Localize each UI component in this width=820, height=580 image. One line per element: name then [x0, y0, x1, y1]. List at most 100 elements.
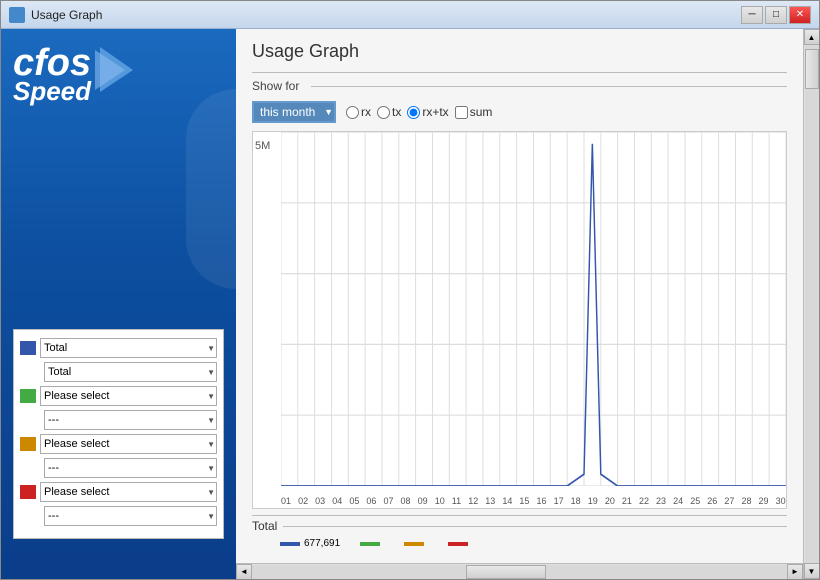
legend-sub-select-wrapper-3: --- ▼ [44, 458, 217, 478]
legend-panel: Total ▼ Total ▼ [13, 329, 224, 539]
legend-row-1: Total ▼ [20, 338, 217, 358]
legend-sub-select-3[interactable]: --- [44, 458, 217, 478]
x-label-05: 05 [349, 496, 359, 506]
radio-rxtx-input[interactable] [407, 106, 420, 119]
scroll-down-icon: ▼ [808, 567, 816, 576]
scroll-down-button[interactable]: ▼ [804, 563, 820, 579]
scroll-left-icon: ◄ [240, 567, 248, 576]
x-label-10: 10 [435, 496, 445, 506]
total-divider [283, 526, 787, 527]
scroll-right-button[interactable]: ► [787, 564, 803, 580]
x-label-22: 22 [639, 496, 649, 506]
h-scroll-thumb[interactable] [466, 565, 546, 579]
legend-select-wrapper-1: Total ▼ [40, 338, 217, 358]
page-title: Usage Graph [252, 41, 787, 62]
radio-rx-input[interactable] [346, 106, 359, 119]
total-row: Total [252, 515, 787, 536]
legend-row-3: Please select ▼ [20, 434, 217, 454]
show-for-label: Show for [252, 79, 299, 93]
radio-tx-input[interactable] [377, 106, 390, 119]
month-select[interactable]: this month last month this year last yea… [252, 101, 336, 123]
legend-row-4: Please select ▼ [20, 482, 217, 502]
legend-select-wrapper-3: Please select ▼ [40, 434, 217, 454]
chart-svg [281, 132, 786, 486]
legend-select-1[interactable]: Total [40, 338, 217, 358]
bottom-color-bar-3 [404, 542, 424, 546]
legend-sub-select-wrapper-4: --- ▼ [44, 506, 217, 526]
x-label-11: 11 [452, 496, 461, 506]
radio-rx-label[interactable]: rx [346, 105, 371, 119]
minimize-button[interactable]: ─ [741, 6, 763, 24]
window-controls: ─ □ ✕ [741, 6, 811, 24]
legend-color-1 [20, 341, 36, 355]
close-button[interactable]: ✕ [789, 6, 811, 24]
legend-sub-select-1[interactable]: Total [44, 362, 217, 382]
scroll-up-button[interactable]: ▲ [804, 29, 820, 45]
legend-sub-select-2[interactable]: --- [44, 410, 217, 430]
chart-area: 5M [252, 131, 787, 509]
h-scroll-track[interactable] [252, 565, 787, 579]
radio-group: rx tx rx+tx sum [346, 105, 492, 119]
scroll-left-button[interactable]: ◄ [236, 564, 252, 580]
logo-cfos-text: cfos Speed [13, 44, 91, 104]
x-label-15: 15 [519, 496, 529, 506]
x-label-12: 12 [468, 496, 478, 506]
month-select-wrapper: this month last month this year last yea… [252, 101, 336, 123]
x-label-03: 03 [315, 496, 325, 506]
radio-rxtx-label[interactable]: rx+tx [407, 105, 448, 119]
bottom-scrollbar: ◄ ► [236, 563, 803, 579]
x-label-08: 08 [401, 496, 411, 506]
controls-row: this month last month this year last yea… [252, 101, 787, 123]
panel-inner: Usage Graph Show for this month last mon… [236, 29, 803, 563]
x-label-14: 14 [502, 496, 512, 506]
bottom-legend: 677,691 [252, 536, 787, 551]
legend-select-4[interactable]: Please select [40, 482, 217, 502]
x-label-19: 19 [588, 496, 598, 506]
legend-color-4 [20, 485, 36, 499]
x-label-26: 26 [707, 496, 717, 506]
window-title: Usage Graph [31, 8, 741, 22]
x-label-29: 29 [759, 496, 769, 506]
legend-sub-select-4[interactable]: --- [44, 506, 217, 526]
sidebar: cfos Speed Total ▼ [1, 29, 236, 579]
x-label-01: 01 [281, 496, 291, 506]
chart-grid [281, 132, 786, 486]
x-label-24: 24 [673, 496, 683, 506]
radio-tx-label[interactable]: tx [377, 105, 401, 119]
maximize-button[interactable]: □ [765, 6, 787, 24]
total-label: Total [252, 519, 277, 533]
x-label-20: 20 [605, 496, 615, 506]
right-scrollbar: ▲ ▼ [803, 29, 819, 579]
legend-sub-select-wrapper-1: Total ▼ [44, 362, 217, 382]
scroll-up-icon: ▲ [808, 33, 816, 42]
bottom-legend-item-4 [448, 542, 472, 546]
sidebar-decoration [186, 89, 236, 289]
show-for-divider [311, 86, 787, 87]
x-label-21: 21 [622, 496, 632, 506]
scroll-thumb[interactable] [805, 49, 819, 89]
legend-subrow-4: --- ▼ [20, 506, 217, 526]
legend-subrow-2: --- ▼ [20, 410, 217, 430]
legend-color-3 [20, 437, 36, 451]
checkbox-sum-input[interactable] [455, 106, 468, 119]
x-label-09: 09 [418, 496, 428, 506]
checkbox-sum-text: sum [470, 105, 493, 119]
logo-area: cfos Speed [13, 44, 224, 104]
x-label-07: 07 [383, 496, 393, 506]
legend-select-2[interactable]: Please select [40, 386, 217, 406]
x-label-27: 27 [724, 496, 734, 506]
legend-select-3[interactable]: Please select [40, 434, 217, 454]
scroll-right-icon: ► [791, 567, 799, 576]
legend-sub-select-wrapper-2: --- ▼ [44, 410, 217, 430]
legend-row-2: Please select ▼ [20, 386, 217, 406]
bottom-color-bar-1 [280, 542, 300, 546]
radio-rx-text: rx [361, 105, 371, 119]
scroll-track[interactable] [805, 45, 819, 563]
checkbox-sum-label[interactable]: sum [455, 105, 493, 119]
bottom-legend-value-1: 677,691 [304, 538, 340, 549]
x-label-25: 25 [690, 496, 700, 506]
app-icon [9, 7, 25, 23]
radio-rxtx-text: rx+tx [422, 105, 448, 119]
x-label-28: 28 [741, 496, 751, 506]
x-label-23: 23 [656, 496, 666, 506]
